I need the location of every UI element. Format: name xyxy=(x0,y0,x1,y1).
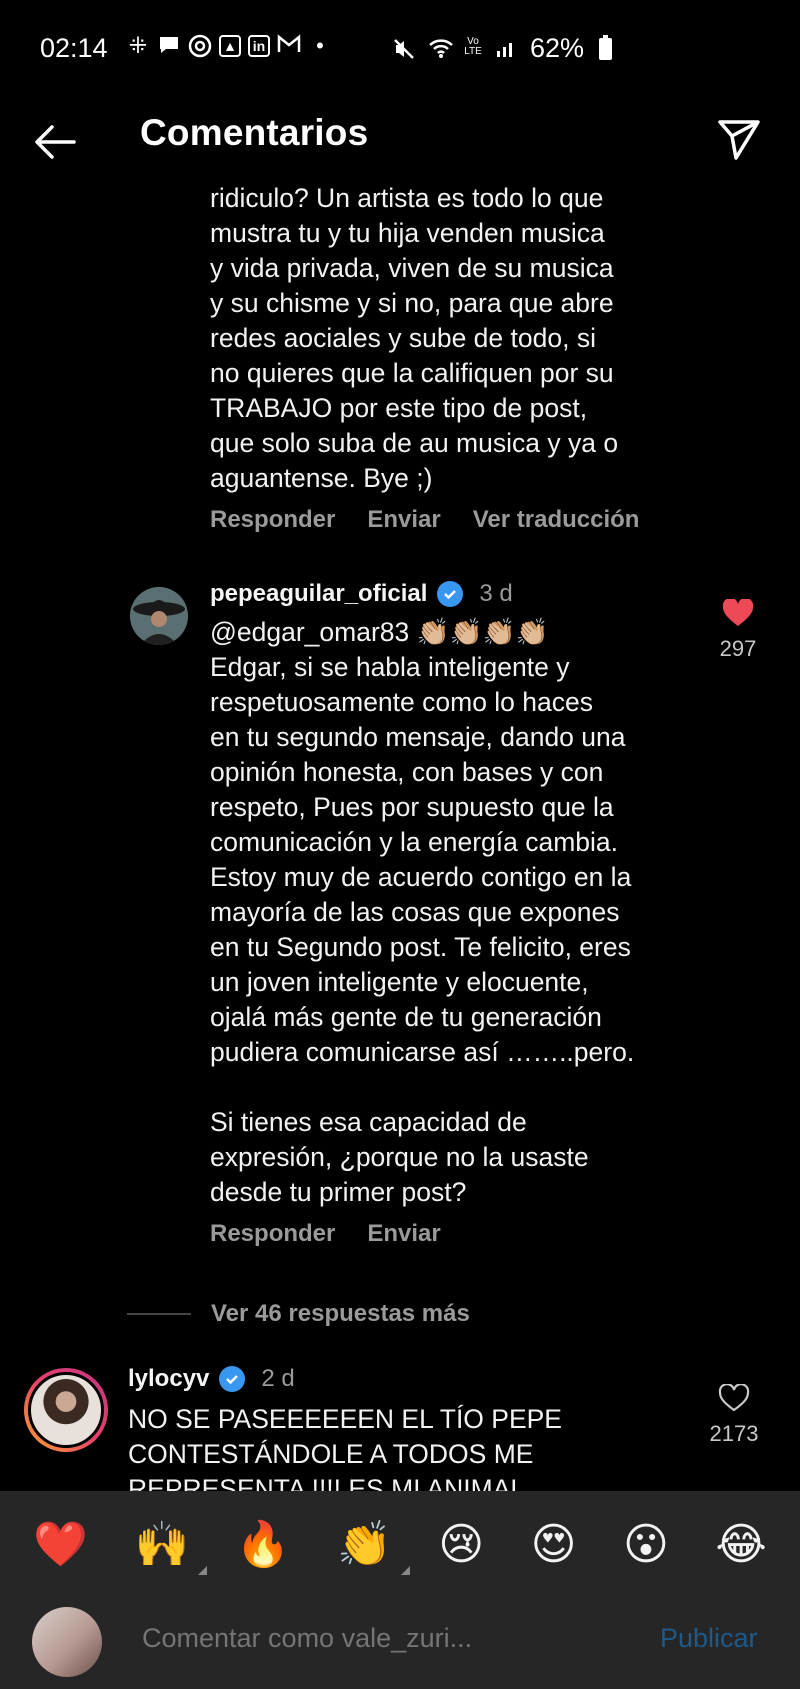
back-button[interactable] xyxy=(32,118,80,166)
notification-icons: ⁜ ▲ in • xyxy=(126,34,332,58)
comment-body: lylocyv 2 d NO SE PASEEEEEEN EL TÍO PEPE… xyxy=(128,1362,668,1507)
comment-text: ridiculo? Un artista es todo lo que must… xyxy=(210,183,619,493)
publish-button[interactable]: Publicar xyxy=(660,1623,758,1654)
send-button[interactable]: Enviar xyxy=(367,1220,440,1248)
app-header: Comentarios xyxy=(0,100,800,190)
username[interactable]: pepeaguilar_oficial xyxy=(210,580,427,608)
heart-filled-icon[interactable] xyxy=(722,597,754,627)
wifi-icon xyxy=(428,37,453,61)
user-line: lylocyv 2 d xyxy=(128,1362,668,1396)
more-replies-label: Ver 46 respuestas más xyxy=(211,1300,470,1327)
comment-partial: ridiculo? Un artista es todo lo que must… xyxy=(210,181,680,534)
battery-icon xyxy=(599,34,613,60)
username[interactable]: lylocyv xyxy=(128,1365,209,1393)
divider xyxy=(127,1313,191,1315)
current-user-avatar xyxy=(32,1607,102,1677)
emoji-surprised-button[interactable]: 😮 xyxy=(623,1523,669,1567)
comment-input[interactable] xyxy=(142,1623,582,1654)
gmail-icon xyxy=(277,34,301,58)
emoji-raised-hands-button[interactable]: 🙌 xyxy=(134,1520,208,1575)
like-count: 297 xyxy=(719,636,757,661)
raised-hands-icon: 🙌 xyxy=(134,1520,190,1569)
emoji-reaction-bar: ❤️ 🙌 🔥 👏 😢 😍 😮 😂 xyxy=(0,1491,800,1599)
system-icons: Vo LTE 62% xyxy=(392,33,613,64)
image-icon: ▲ xyxy=(219,35,241,57)
status-time: 02:14 xyxy=(40,33,108,63)
skin-tone-indicator-icon xyxy=(400,1566,410,1575)
paper-plane-icon xyxy=(718,120,760,160)
comment-text: Edgar, si se habla inteligente y respetu… xyxy=(210,652,635,1207)
mute-icon xyxy=(392,37,416,61)
threads-icon xyxy=(188,34,212,58)
emoji-crying-button[interactable]: 😢 xyxy=(438,1523,484,1567)
like-column: 297 xyxy=(698,597,778,662)
status-bar: 02:14 ⁜ ▲ in • Vo LTE 62% xyxy=(0,0,800,100)
arrow-left-icon xyxy=(35,125,76,159)
linkedin-icon: in xyxy=(248,35,270,57)
comment-time: 2 d xyxy=(261,1365,295,1392)
emoji-fire-button[interactable]: 🔥 xyxy=(236,1523,291,1567)
reply-body: pepeaguilar_oficial 3 d @edgar_omar83 👏🏼… xyxy=(210,577,680,1248)
reply-button[interactable]: Responder xyxy=(210,506,335,534)
slack-icon: ⁜ xyxy=(128,33,148,58)
clap-icon: 👏 xyxy=(337,1520,392,1569)
signal-icon xyxy=(494,37,518,61)
emoji-heart-eyes-button[interactable]: 😍 xyxy=(531,1523,577,1567)
heart-outline-icon[interactable] xyxy=(718,1383,750,1412)
see-translation-button[interactable]: Ver traducción xyxy=(473,506,640,534)
skin-tone-indicator-icon xyxy=(198,1566,208,1575)
comment-time: 3 d xyxy=(479,580,513,607)
emoji-laughing-button[interactable]: 😂 xyxy=(715,1523,766,1567)
story-ring[interactable] xyxy=(24,1368,108,1452)
avatar xyxy=(28,1372,104,1448)
user-line: pepeaguilar_oficial 3 d xyxy=(210,577,680,611)
verified-badge-icon xyxy=(219,1366,246,1392)
view-more-replies[interactable]: Ver 46 respuestas más xyxy=(127,1300,470,1328)
verified-badge-icon xyxy=(437,581,464,607)
emoji-clap-button[interactable]: 👏 xyxy=(337,1520,410,1575)
page-title: Comentarios xyxy=(140,112,369,153)
share-button[interactable] xyxy=(714,114,764,164)
comment-actions: Responder Enviar xyxy=(210,1220,680,1248)
like-column: 2173 xyxy=(694,1383,774,1447)
comment-composer: Publicar xyxy=(0,1599,800,1689)
send-button[interactable]: Enviar xyxy=(367,506,440,534)
avatar[interactable] xyxy=(130,587,188,645)
chat-icon xyxy=(157,34,181,58)
comment-mention: @edgar_omar83 👏🏼👏🏼👏🏼👏🏼 xyxy=(210,617,549,647)
reply-button[interactable]: Responder xyxy=(210,1220,335,1248)
battery-percent: 62% xyxy=(530,33,585,63)
comment-actions: Responder Enviar Ver traducción xyxy=(210,506,680,534)
volte-icon: Vo LTE xyxy=(464,35,482,57)
like-count: 2173 xyxy=(709,1421,759,1446)
dot-icon: • xyxy=(316,33,324,58)
emoji-heart-button[interactable]: ❤️ xyxy=(33,1523,88,1567)
